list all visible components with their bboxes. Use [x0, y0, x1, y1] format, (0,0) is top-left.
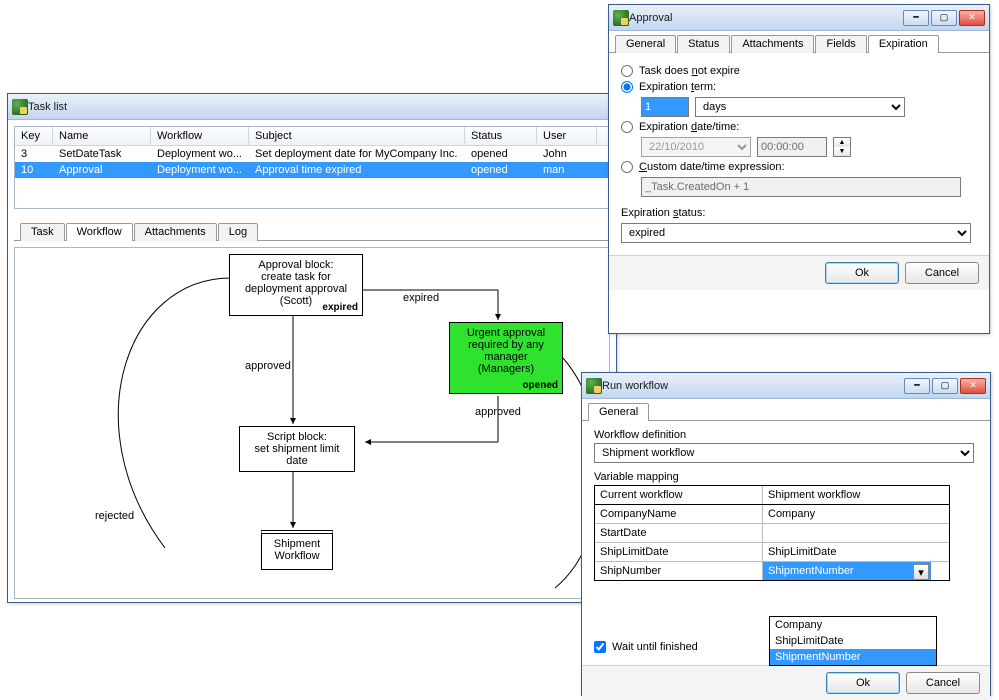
app-icon	[586, 378, 602, 394]
run-workflow-dialog: Run workflow ━ ▢ ✕ General Workflow defi…	[581, 372, 991, 696]
tab-general[interactable]: General	[615, 35, 676, 53]
table-row[interactable]: 3 SetDateTask Deployment wo... Set deplo…	[15, 146, 609, 162]
label-datetime: Expiration date/time:	[639, 121, 739, 133]
node-shipment[interactable]: Shipment Workflow	[261, 530, 333, 570]
col-name[interactable]: Name	[53, 127, 151, 145]
label-expiration-status: Expiration status:	[621, 207, 705, 219]
custom-expr-input[interactable]	[641, 177, 961, 197]
maximize-button[interactable]: ▢	[932, 378, 958, 394]
task-grid: Key Name Workflow Subject Status User 3 …	[14, 126, 610, 209]
col-user[interactable]: User	[537, 127, 597, 145]
approval-dialog: Approval ━ ▢ ✕ General Status Attachment…	[608, 4, 990, 334]
minimize-button[interactable]: ━	[904, 378, 930, 394]
dropdown-option[interactable]: ShipmentNumber	[770, 649, 936, 665]
col-target[interactable]: Shipment workflow	[763, 486, 931, 504]
tab-task[interactable]: Task	[20, 223, 65, 241]
window-title: Task list	[28, 101, 612, 113]
radio-no-expire[interactable]	[621, 65, 633, 77]
tab-expiration[interactable]: Expiration	[868, 35, 939, 53]
workflow-definition-select[interactable]: Shipment workflow	[594, 443, 974, 463]
node-urgent[interactable]: Urgent approval required by any manager …	[449, 322, 563, 394]
term-value-input[interactable]	[641, 97, 689, 117]
minimize-button[interactable]: ━	[903, 10, 929, 26]
node-state: opened	[522, 380, 558, 391]
maximize-button[interactable]: ▢	[931, 10, 957, 26]
spin-down-icon[interactable]: ▼	[834, 147, 850, 156]
mapping-dropdown[interactable]: Company ShipLimitDate ShipmentNumber	[769, 616, 937, 666]
radio-datetime[interactable]	[621, 121, 633, 133]
task-list-window: Task list Key Name Workflow Subject Stat…	[7, 93, 617, 603]
ok-button[interactable]: Ok	[825, 262, 899, 284]
tab-general[interactable]: General	[588, 403, 649, 421]
status-select[interactable]: expired	[621, 223, 971, 243]
label-custom: Custom date/time expression:	[639, 161, 785, 173]
dropdown-option[interactable]: Company	[770, 617, 936, 633]
label-no-expire: Task does not expire	[639, 65, 740, 77]
col-status[interactable]: Status	[465, 127, 537, 145]
workflow-diagram[interactable]: Approval block: create task for deployme…	[14, 247, 610, 599]
node-state: expired	[322, 302, 358, 313]
app-icon	[613, 10, 629, 26]
radio-custom[interactable]	[621, 161, 633, 173]
ok-button[interactable]: Ok	[826, 672, 900, 694]
col-subject[interactable]: Subject	[249, 127, 465, 145]
edge-approved1: approved	[245, 360, 291, 372]
map-row[interactable]: ShipLimitDate ShipLimitDate	[595, 543, 949, 562]
tab-attachments[interactable]: Attachments	[731, 35, 814, 53]
runwf-tabs: General	[582, 399, 990, 421]
edge-approved2: approved	[475, 406, 521, 418]
edge-rejected: rejected	[95, 510, 134, 522]
map-row[interactable]: CompanyName Company	[595, 505, 949, 524]
map-row[interactable]: StartDate	[595, 524, 949, 543]
table-row[interactable]: 10 Approval Deployment wo... Approval ti…	[15, 162, 609, 178]
runwf-titlebar[interactable]: Run workflow ━ ▢ ✕	[582, 373, 990, 399]
label-wait: Wait until finished	[612, 641, 698, 653]
task-grid-header: Key Name Workflow Subject Status User	[15, 127, 609, 146]
tab-log[interactable]: Log	[218, 223, 258, 241]
close-button[interactable]: ✕	[959, 10, 985, 26]
edge-expired: expired	[403, 292, 439, 304]
close-button[interactable]: ✕	[960, 378, 986, 394]
label-term: Expiration term:	[639, 81, 716, 93]
col-workflow[interactable]: Workflow	[151, 127, 249, 145]
window-title: Run workflow	[602, 380, 904, 392]
tab-workflow[interactable]: Workflow	[66, 223, 133, 241]
label-variable-mapping: Variable mapping	[594, 471, 978, 483]
map-row[interactable]: ShipNumber ShipmentNumber ▾	[595, 562, 949, 580]
date-select[interactable]: 22/10/2010	[641, 137, 751, 157]
dropdown-option[interactable]: ShipLimitDate	[770, 633, 936, 649]
tab-fields[interactable]: Fields	[815, 35, 866, 53]
col-current[interactable]: Current workflow	[595, 486, 763, 504]
node-script[interactable]: Script block: set shipment limit date	[239, 426, 355, 472]
selected-mapping-cell[interactable]: ShipmentNumber ▾	[763, 562, 931, 580]
cancel-button[interactable]: Cancel	[906, 672, 980, 694]
variable-mapping-table: Current workflow Shipment workflow Compa…	[594, 485, 950, 581]
col-key[interactable]: Key	[15, 127, 53, 145]
dropdown-button[interactable]: ▾	[913, 564, 929, 580]
bottom-tabs: Task Workflow Attachments Log	[14, 219, 610, 241]
app-icon	[12, 99, 28, 115]
spin-up-icon[interactable]: ▲	[834, 138, 850, 147]
term-unit-select[interactable]: days	[695, 97, 905, 117]
time-spinner[interactable]: ▲▼	[833, 137, 851, 157]
label-workflow-definition: Workflow definition	[594, 429, 978, 441]
wait-checkbox[interactable]	[594, 641, 606, 653]
cancel-button[interactable]: Cancel	[905, 262, 979, 284]
tab-attachments[interactable]: Attachments	[134, 223, 217, 241]
window-title: Approval	[629, 12, 903, 24]
task-list-titlebar[interactable]: Task list	[8, 94, 616, 120]
approval-tabs: General Status Attachments Fields Expira…	[609, 31, 989, 53]
tab-status[interactable]: Status	[677, 35, 730, 53]
node-approval[interactable]: Approval block: create task for deployme…	[229, 254, 363, 316]
approval-titlebar[interactable]: Approval ━ ▢ ✕	[609, 5, 989, 31]
time-input[interactable]	[757, 137, 827, 157]
radio-term[interactable]	[621, 81, 633, 93]
